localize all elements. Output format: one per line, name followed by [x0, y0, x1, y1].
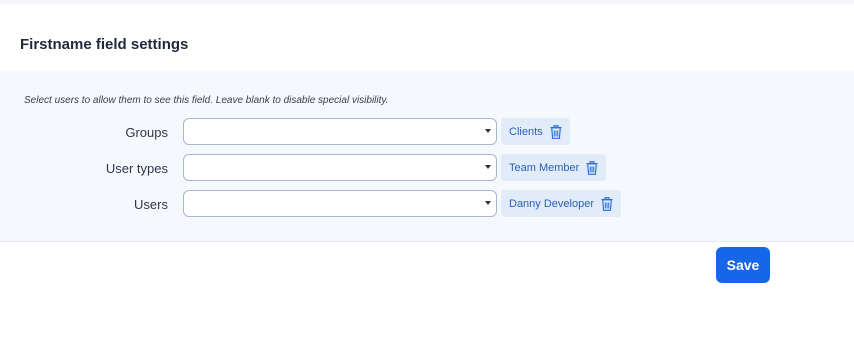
- users-label: Users: [134, 197, 168, 212]
- user-types-label: User types: [105, 161, 168, 176]
- chevron-down-icon: [485, 165, 491, 169]
- users-row: Users Danny Developer: [0, 190, 854, 220]
- save-button[interactable]: Save: [716, 247, 770, 283]
- trash-icon[interactable]: [550, 124, 562, 139]
- users-select[interactable]: [183, 190, 497, 217]
- tag-label: Team Member: [509, 161, 580, 174]
- trash-icon[interactable]: [601, 196, 613, 211]
- panel-title: Firstname field settings: [20, 36, 189, 53]
- groups-label: Groups: [125, 125, 168, 140]
- groups-select[interactable]: [183, 118, 497, 145]
- groups-row: Groups Clients: [0, 118, 854, 148]
- trash-icon[interactable]: [586, 160, 598, 175]
- tag-label: Danny Developer: [509, 197, 594, 210]
- user-types-select[interactable]: [183, 154, 497, 181]
- tag-label: Clients: [509, 125, 543, 138]
- user-types-tag-team-member: Team Member: [501, 154, 607, 181]
- visibility-hint: Select users to allow them to see this f…: [24, 95, 389, 106]
- groups-tag-clients: Clients: [501, 118, 570, 145]
- top-edge: [0, 0, 854, 4]
- user-types-row: User types Team Member: [0, 154, 854, 184]
- users-tag-danny-developer: Danny Developer: [501, 190, 621, 217]
- visibility-section: Select users to allow them to see this f…: [0, 71, 854, 242]
- chevron-down-icon: [485, 129, 491, 133]
- chevron-down-icon: [485, 201, 491, 205]
